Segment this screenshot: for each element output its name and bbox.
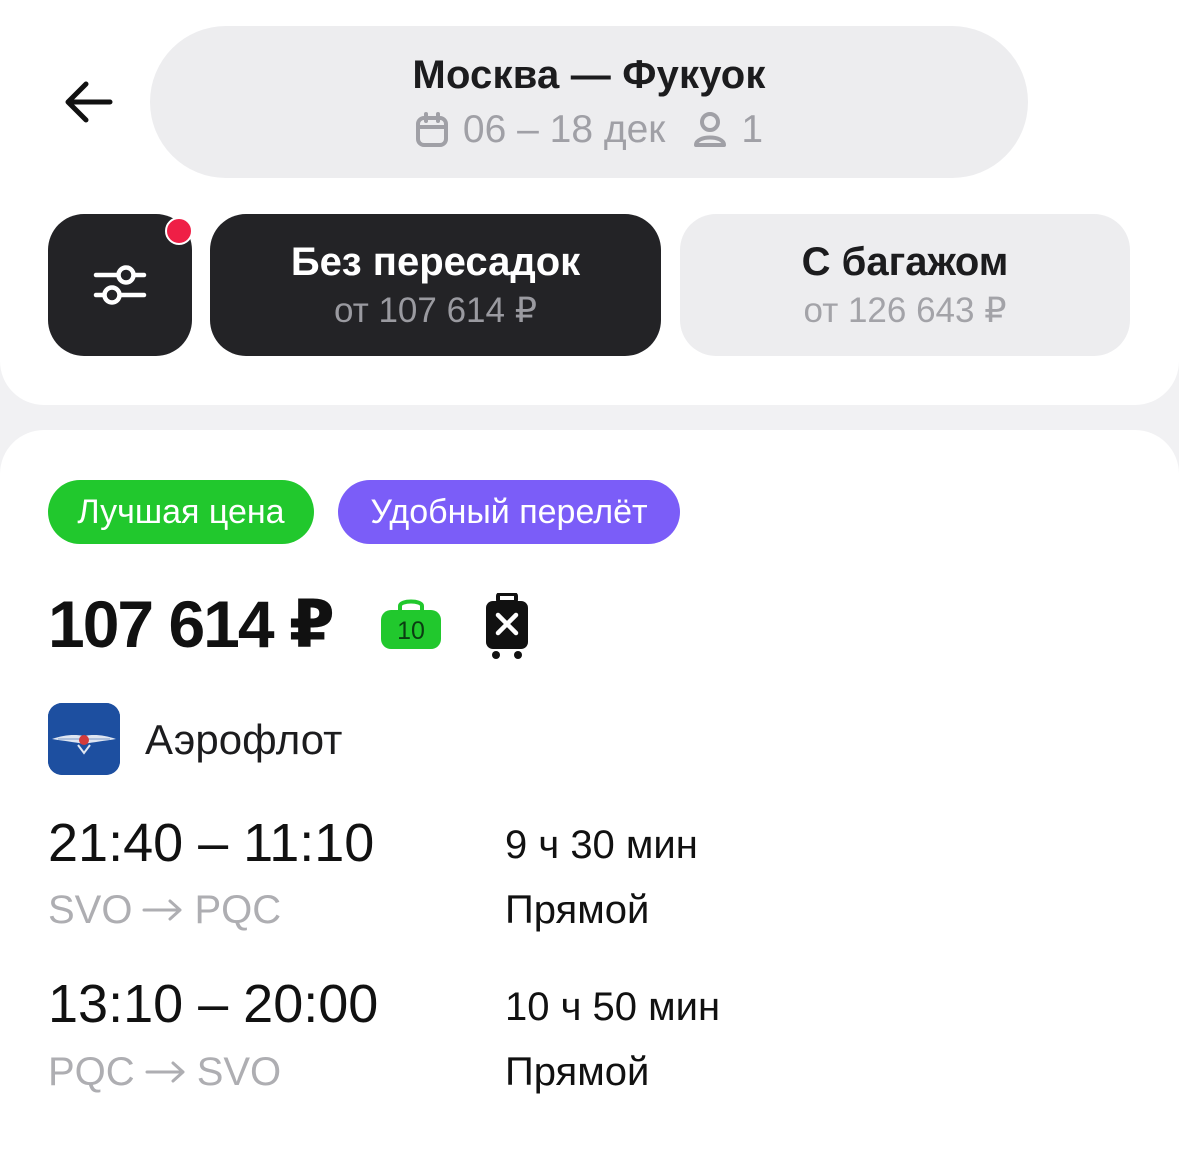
segment-1-airports: SVO PQC [48,887,281,933]
segment-1-duration: 9 ч 30 мин [505,823,698,867]
calendar-icon [415,112,448,147]
convenient-flight-badge: Удобный перелёт [338,480,680,544]
active-filter-indicator [165,217,193,245]
arrow-right-icon [145,1061,185,1083]
filter-chip-nonstop[interactable]: Без пересадок от 107 614 ₽ [210,214,661,356]
chip-price: от 126 643 ₽ [803,291,1007,330]
no-baggage-icon [486,593,528,659]
arrival-airport: PQC [194,888,282,932]
best-price-badge: Лучшая цена [48,480,314,544]
airline-name: Аэрофлот [145,716,343,763]
aeroflot-logo [48,703,120,775]
departure-airport: SVO [48,888,133,932]
arrival-airport: SVO [196,1050,282,1094]
filter-chip-baggage[interactable]: С багажом от 126 643 ₽ [680,214,1130,356]
segment-2-duration: 10 ч 50 мин [505,985,721,1029]
person-icon [694,112,727,147]
route-title: Москва — Фукуок [412,53,766,97]
chip-price: от 107 614 ₽ [334,291,537,330]
sliders-icon [93,265,147,305]
hand-luggage-weight: 10 [397,617,425,645]
segment-2-airports: PQC SVO [48,1049,281,1095]
hand-luggage-icon: 10 [381,599,441,649]
arrow-right-icon [142,899,182,921]
dates-text: 06 – 18 дек [462,108,666,151]
segment-2-times: 13:10 – 20:00 [48,974,379,1034]
chip-title: Без пересадок [290,240,581,284]
passengers-count: 1 [741,108,764,151]
segment-2-stops: Прямой [505,1050,650,1094]
route-details: 06 – 18 дек 1 [415,108,763,152]
back-button[interactable] [52,70,124,134]
segment-1-stops: Прямой [505,888,650,932]
arrow-left-icon [65,81,113,123]
chip-title: С багажом [801,240,1009,284]
route-summary-button[interactable]: Москва — Фукуок 06 – 18 дек 1 [150,26,1028,178]
departure-airport: PQC [48,1050,135,1094]
segment-1-times: 21:40 – 11:10 [48,813,375,873]
flight-price: 107 614 ₽ [48,587,335,661]
